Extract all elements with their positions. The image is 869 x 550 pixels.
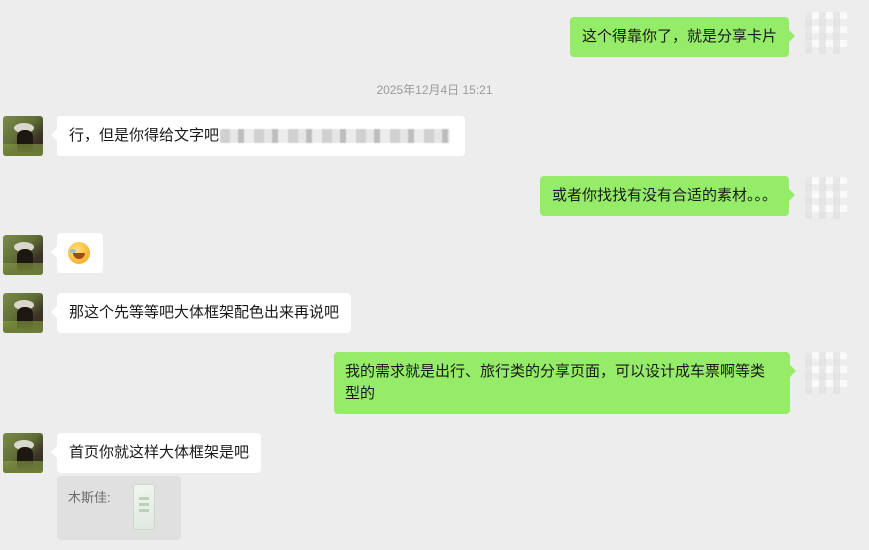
message-bubble-self[interactable]: 我的需求就是出行、旅行类的分享页面，可以设计成车票啊等类型的 xyxy=(334,352,796,414)
message-bubble-other[interactable]: 首页你就这样大体框架是吧 xyxy=(50,433,262,473)
contact-avatar[interactable] xyxy=(3,116,43,156)
message-text: 行，但是你得给文字吧 xyxy=(69,127,220,144)
self-avatar[interactable] xyxy=(805,352,847,394)
self-avatar[interactable] xyxy=(805,12,847,54)
message-bubble-other[interactable]: 行，但是你得给文字吧 xyxy=(51,116,465,156)
message-timestamp: 2025年12月4日 15:21 xyxy=(376,83,493,97)
chat-area: 这个得靠你了，就是分享卡片 2025年12月4日 15:21 行，但是你得给文字… xyxy=(0,0,869,550)
redacted-text xyxy=(220,129,451,144)
message-bubble-self[interactable]: 或者你找找有没有合适的素材。。。 xyxy=(539,176,796,216)
contact-avatar[interactable] xyxy=(3,433,43,473)
message-bubble-other[interactable] xyxy=(51,233,103,273)
quote-sender: 木斯佳: xyxy=(68,490,111,505)
message-bubble-other[interactable]: 那这个先等等吧大体框架配色出来再说吧 xyxy=(50,293,352,333)
contact-avatar[interactable] xyxy=(3,235,43,275)
quoted-message[interactable]: 木斯佳: xyxy=(57,476,181,540)
laughing-tears-emoji-icon xyxy=(68,242,90,265)
self-avatar[interactable] xyxy=(805,177,847,219)
contact-avatar[interactable] xyxy=(3,293,43,333)
quoted-image-thumbnail[interactable] xyxy=(133,484,155,530)
message-bubble-self[interactable]: 这个得靠你了，就是分享卡片 xyxy=(569,17,796,57)
